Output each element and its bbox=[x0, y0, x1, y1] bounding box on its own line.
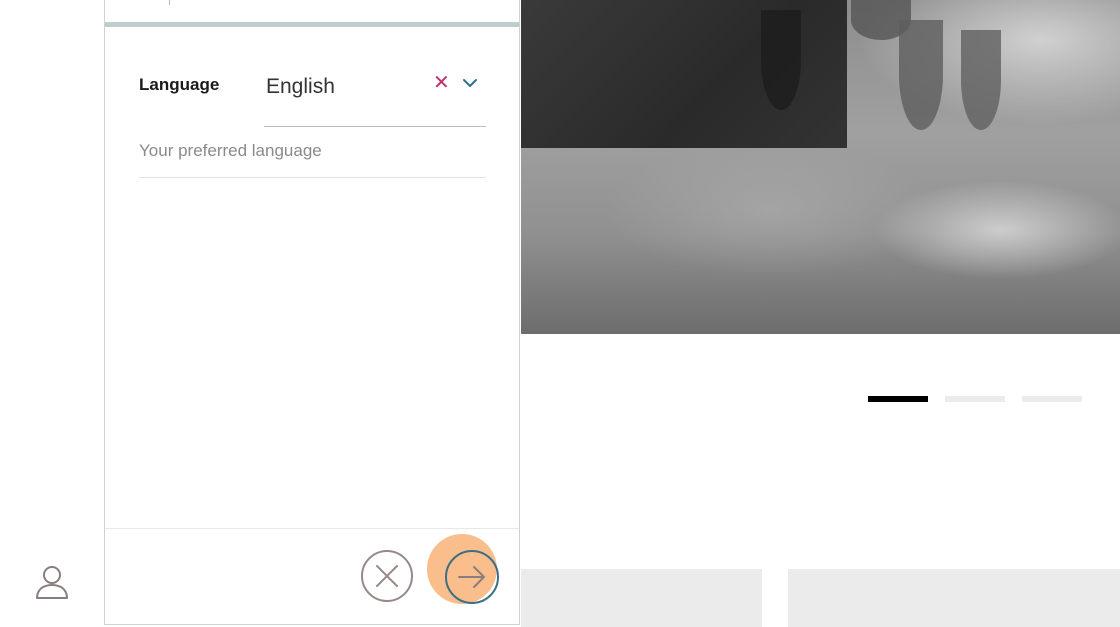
close-circle-icon bbox=[376, 565, 398, 587]
language-select-underline bbox=[264, 126, 486, 127]
footer-divider bbox=[105, 528, 519, 529]
hero-image-detail bbox=[899, 20, 943, 130]
language-label: Language bbox=[139, 75, 220, 94]
content-card[interactable] bbox=[788, 569, 1120, 627]
panel-header bbox=[105, 0, 519, 22]
language-helper-text: Your preferred language bbox=[139, 141, 322, 160]
user-icon[interactable] bbox=[34, 563, 70, 601]
cancel-button[interactable] bbox=[361, 550, 413, 602]
divider bbox=[169, 0, 170, 5]
language-dialog: Language English ✕ Your preferred langua… bbox=[104, 0, 520, 625]
divider bbox=[139, 177, 486, 178]
close-icon[interactable]: ✕ bbox=[433, 71, 450, 95]
carousel-indicator-2[interactable] bbox=[945, 396, 1005, 402]
language-select-value[interactable]: English bbox=[266, 75, 335, 99]
content-card[interactable] bbox=[521, 569, 762, 627]
carousel-indicator-1[interactable] bbox=[868, 396, 928, 402]
carousel-indicators bbox=[868, 396, 1082, 402]
arrow-right-circle-icon bbox=[458, 566, 485, 588]
hero-image-detail bbox=[761, 10, 801, 110]
hero-image bbox=[521, 0, 1120, 334]
next-button[interactable] bbox=[445, 550, 499, 604]
divider bbox=[105, 22, 519, 27]
page: Language English ✕ Your preferred langua… bbox=[0, 0, 1120, 627]
hero-image-detail bbox=[961, 30, 1001, 130]
chevron-down-icon[interactable] bbox=[462, 76, 478, 88]
carousel-indicator-3[interactable] bbox=[1022, 396, 1082, 402]
